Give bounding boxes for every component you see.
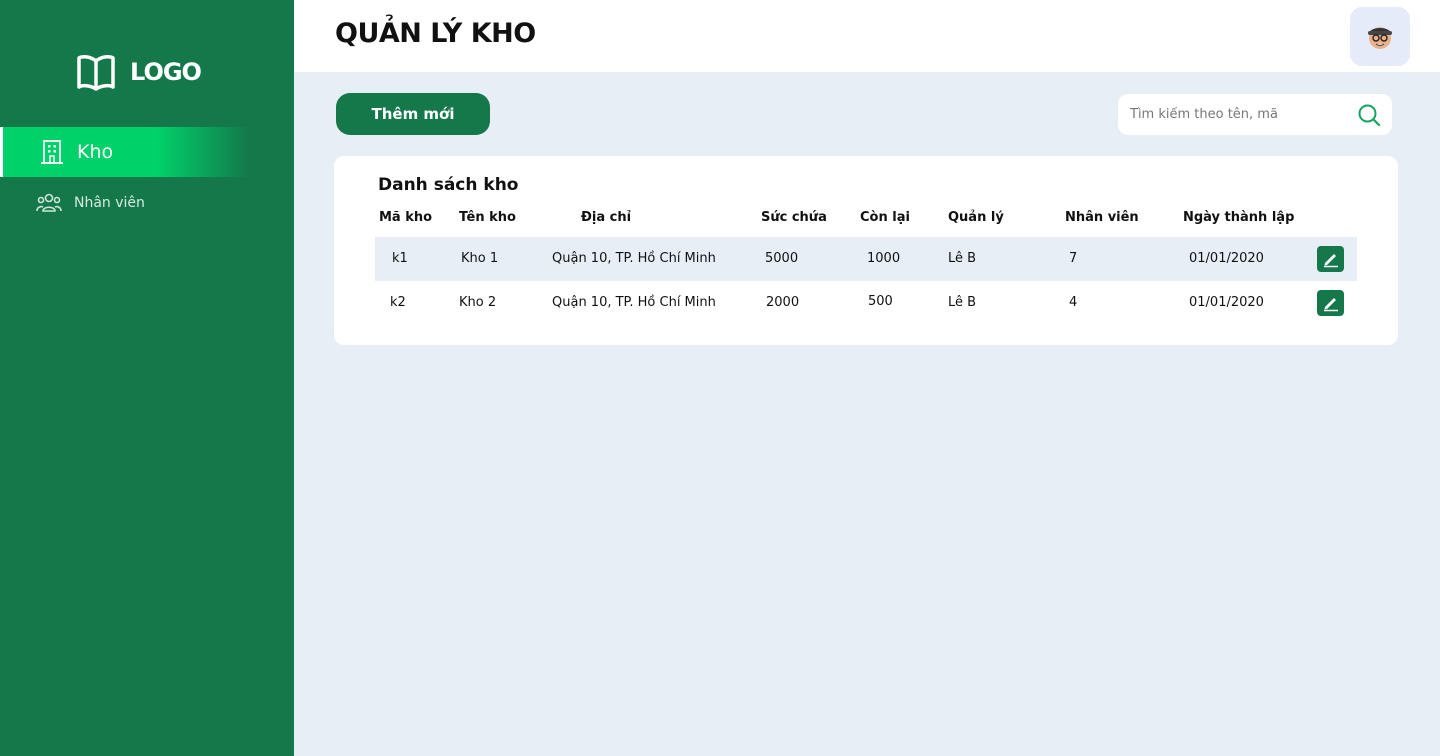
search-icon[interactable]: [1357, 103, 1381, 127]
avatar-icon: [1368, 26, 1392, 49]
column-header-dia-chi: Địa chỉ: [581, 210, 632, 225]
cell-con-lai: 500: [868, 294, 893, 309]
column-header-nhan-vien: Nhân viên: [1065, 210, 1139, 225]
cell-suc-chua: 5000: [765, 251, 799, 266]
cell-dia-chi: Quận 10, TP. Hồ Chí Minh: [552, 295, 716, 310]
cell-nhan-vien: 4: [1069, 295, 1078, 310]
avatar[interactable]: [1350, 7, 1410, 66]
cell-ten-kho: Kho 1: [461, 251, 499, 266]
column-header-ten-kho: Tên kho: [459, 210, 516, 225]
table-row[interactable]: k2 Kho 2 Quận 10, TP. Hồ Chí Minh 2000 5…: [375, 281, 1357, 325]
cell-quan-ly: Lê B: [948, 295, 977, 310]
column-header-con-lai: Còn lại: [860, 210, 910, 225]
cell-ngay-thanh-lap: 01/01/2020: [1189, 295, 1264, 310]
edit-button[interactable]: [1317, 246, 1344, 272]
sidebar-item-label: Kho: [77, 141, 114, 163]
sidebar: LOGO Kho Nhân viên: [0, 0, 294, 756]
column-header-quan-ly: Quản lý: [948, 210, 1004, 225]
cell-ma-kho: k1: [392, 251, 408, 266]
logo[interactable]: LOGO: [76, 52, 202, 92]
sidebar-item-nhan-vien[interactable]: Nhân viên: [0, 178, 250, 228]
column-header-suc-chua: Sức chứa: [761, 210, 827, 225]
table-title: Danh sách kho: [378, 175, 519, 195]
warehouse-table-card: Danh sách kho Mã kho Tên kho Địa chỉ Sức…: [334, 156, 1398, 345]
users-icon: [36, 190, 62, 216]
cell-dia-chi: Quận 10, TP. Hồ Chí Minh: [552, 251, 716, 266]
cell-suc-chua: 2000: [766, 295, 800, 310]
cell-ma-kho: k2: [390, 295, 406, 310]
page-title: QUẢN LÝ KHO: [335, 18, 536, 49]
column-header-ngay-thanh-lap: Ngày thành lập: [1183, 210, 1295, 225]
header: QUẢN LÝ KHO: [294, 0, 1440, 72]
cell-con-lai: 1000: [867, 251, 901, 266]
book-icon: [77, 55, 115, 91]
table-row[interactable]: k1 Kho 1 Quận 10, TP. Hồ Chí Minh 5000 1…: [375, 237, 1357, 281]
cell-nhan-vien: 7: [1069, 251, 1078, 266]
cell-ten-kho: Kho 2: [459, 295, 497, 310]
add-new-button[interactable]: Thêm mới: [336, 93, 490, 135]
sidebar-item-kho[interactable]: Kho: [0, 127, 250, 177]
cell-quan-ly: Lê B: [948, 251, 977, 266]
cell-ngay-thanh-lap: 01/01/2020: [1189, 251, 1264, 266]
search-box: [1118, 94, 1392, 135]
logo-text: LOGO: [130, 58, 202, 86]
column-header-ma-kho: Mã kho: [379, 210, 433, 225]
sidebar-item-label: Nhân viên: [74, 195, 145, 211]
pencil-icon: [1323, 254, 1338, 268]
search-input[interactable]: [1130, 94, 1350, 135]
edit-button[interactable]: [1317, 290, 1344, 316]
building-icon: [39, 139, 65, 165]
pencil-icon: [1323, 298, 1338, 312]
